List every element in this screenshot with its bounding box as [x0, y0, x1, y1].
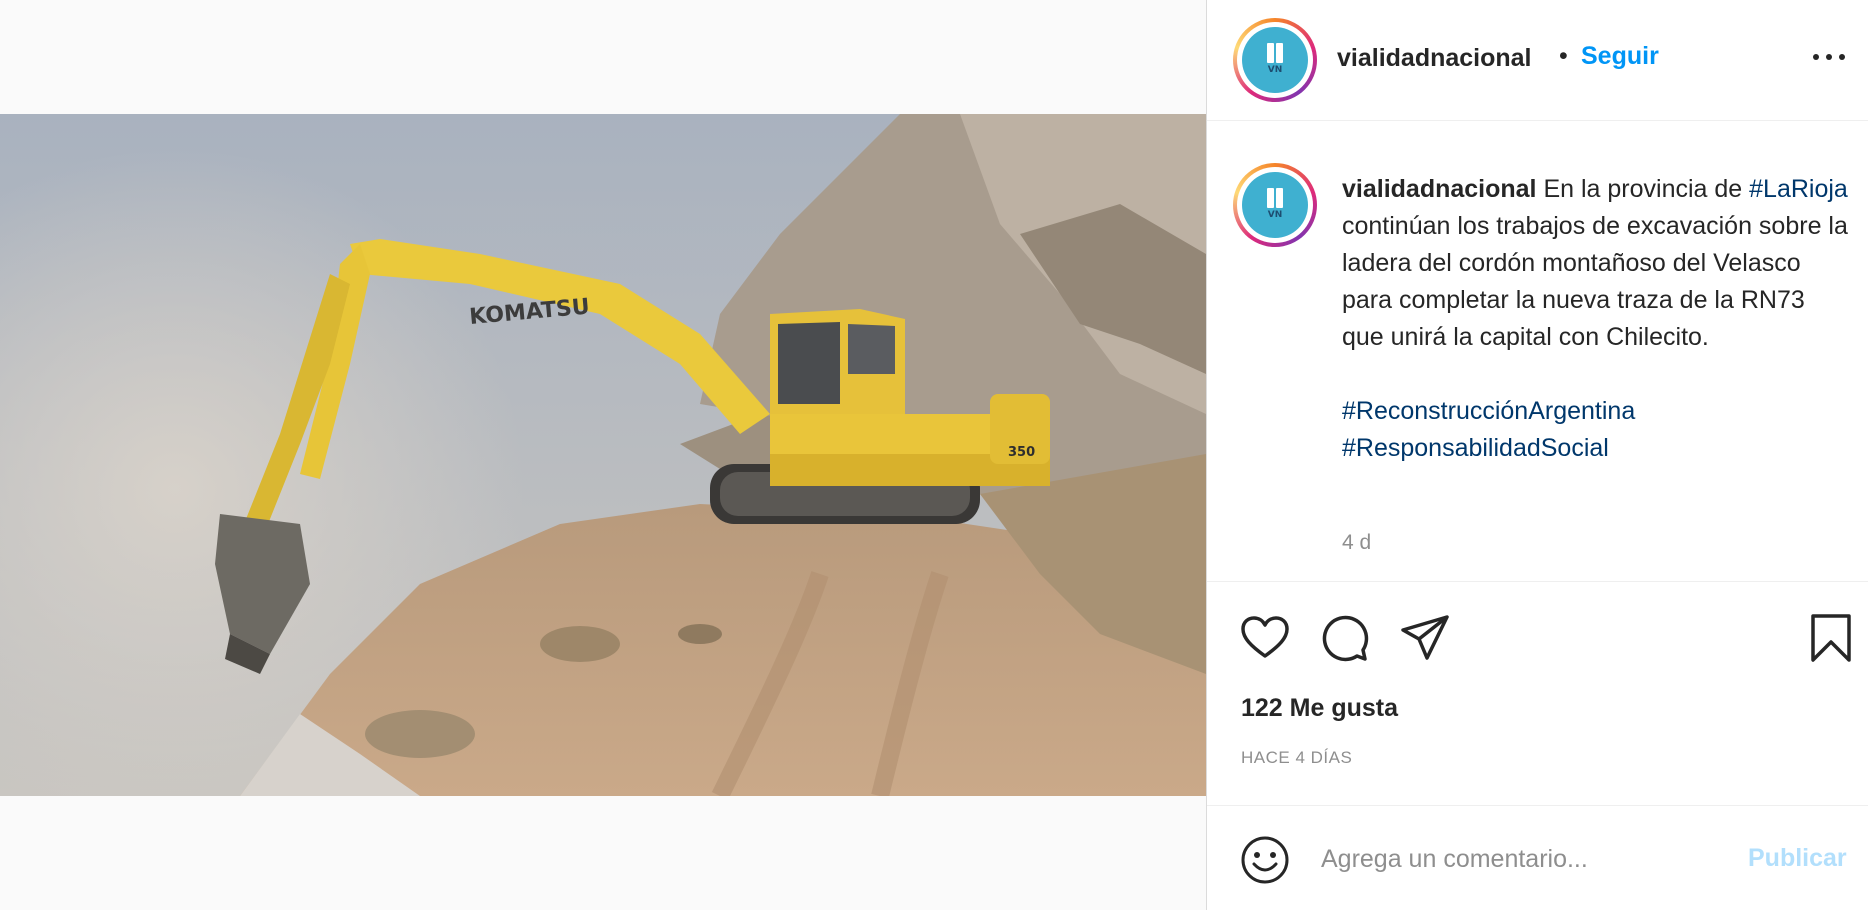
more-options-icon[interactable]	[1811, 44, 1847, 68]
publish-button[interactable]: Publicar	[1748, 844, 1847, 873]
post-sidebar: VN vialidadnacional • Seguir VN vialidad…	[1206, 0, 1868, 910]
likes-count[interactable]: 122 Me gusta	[1241, 694, 1398, 723]
share-icon[interactable]	[1397, 610, 1453, 666]
bookmark-icon[interactable]	[1803, 610, 1859, 666]
caption-area: VN vialidadnacional En la provincia de #…	[1207, 121, 1868, 582]
separator-dot: •	[1559, 42, 1568, 70]
avatar-text: VN	[1267, 210, 1283, 220]
post-header: VN vialidadnacional • Seguir	[1207, 0, 1868, 121]
emoji-icon[interactable]	[1239, 834, 1291, 886]
avatar[interactable]: VN	[1233, 18, 1317, 102]
avatar-logo: VN	[1242, 172, 1308, 238]
caption-avatar[interactable]: VN	[1233, 163, 1317, 247]
comment-bar: Publicar	[1207, 805, 1868, 910]
avatar-logo: VN	[1242, 27, 1308, 93]
caption-time[interactable]: 4 d	[1342, 531, 1371, 555]
post-date[interactable]: HACE 4 DÍAS	[1241, 748, 1352, 768]
media-pane: KOMATSU 350	[0, 0, 1206, 910]
header-username[interactable]: vialidadnacional	[1337, 44, 1532, 73]
comment-input[interactable]	[1321, 836, 1721, 882]
model-text: 350	[1008, 445, 1035, 460]
avatar-text: VN	[1267, 65, 1283, 75]
hashtag-link[interactable]: #ResponsabilidadSocial	[1342, 434, 1609, 462]
heart-icon[interactable]	[1237, 610, 1293, 666]
action-bar: 122 Me gusta HACE 4 DÍAS	[1207, 582, 1868, 822]
comment-icon[interactable]	[1317, 610, 1373, 666]
excavator-photo: KOMATSU 350	[0, 114, 1206, 796]
caption-username[interactable]: vialidadnacional	[1342, 175, 1537, 203]
follow-button[interactable]: Seguir	[1581, 42, 1659, 71]
hashtag-link[interactable]: #LaRioja	[1749, 175, 1848, 203]
caption-text-part: En la provincia de	[1536, 175, 1750, 203]
hashtag-link[interactable]: #ReconstrucciónArgentina	[1342, 397, 1635, 425]
post-photo[interactable]: KOMATSU 350	[0, 114, 1206, 796]
caption-text: vialidadnacional En la provincia de #LaR…	[1342, 171, 1852, 467]
